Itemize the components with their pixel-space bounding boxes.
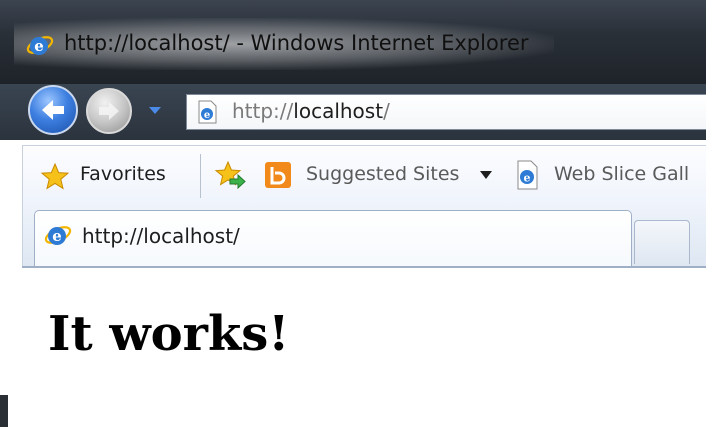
tab-label[interactable]: http://localhost/ xyxy=(82,224,240,248)
address-url[interactable]: http://localhost/ xyxy=(232,99,390,123)
add-to-favorites-bar-icon[interactable] xyxy=(214,160,246,190)
back-button[interactable] xyxy=(28,85,78,135)
internet-explorer-icon: e xyxy=(44,226,72,245)
url-scheme: http:// xyxy=(232,99,294,123)
svg-text:e: e xyxy=(524,172,531,185)
forward-button[interactable] xyxy=(86,88,132,134)
suggested-sites-button[interactable]: Suggested Sites xyxy=(306,163,459,185)
chevron-down-icon[interactable] xyxy=(146,103,164,117)
svg-text:e: e xyxy=(52,227,62,245)
svg-text:e: e xyxy=(204,110,210,121)
favorites-divider xyxy=(200,154,201,198)
forward-arrow-icon xyxy=(99,102,119,120)
svg-text:e: e xyxy=(34,37,44,55)
favorites-button[interactable]: Favorites xyxy=(80,163,166,185)
url-path: / xyxy=(383,99,390,123)
url-host: localhost xyxy=(293,99,384,123)
web-slice-gallery-button[interactable]: Web Slice Gall xyxy=(554,163,689,185)
back-arrow-icon xyxy=(42,100,64,120)
window-left-frame xyxy=(0,145,22,427)
suggested-sites-icon[interactable] xyxy=(264,161,292,189)
internet-explorer-icon: e xyxy=(26,36,54,55)
page-icon: e xyxy=(198,100,217,124)
page-heading: It works! xyxy=(48,306,290,362)
window-left-edge xyxy=(0,395,8,427)
new-tab-button[interactable] xyxy=(634,220,690,264)
web-slice-gallery-icon[interactable]: e xyxy=(514,160,542,190)
chevron-down-icon[interactable] xyxy=(480,171,492,179)
favorites-star-icon[interactable] xyxy=(40,162,70,190)
window-title: http://localhost/ - Windows Internet Exp… xyxy=(64,31,529,55)
